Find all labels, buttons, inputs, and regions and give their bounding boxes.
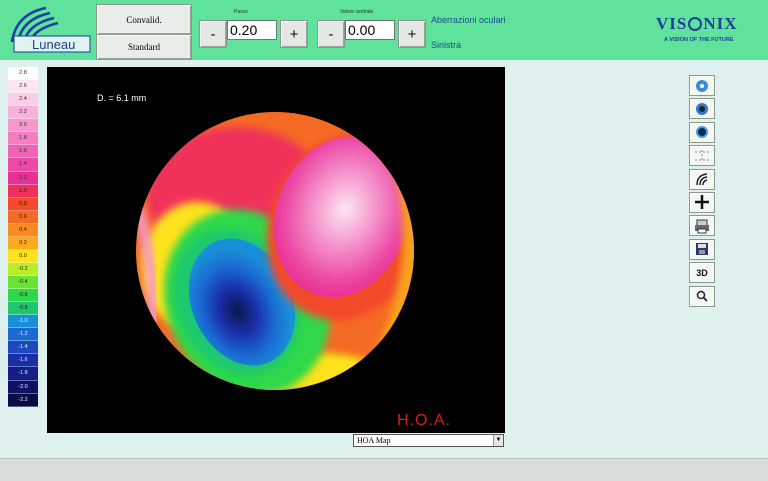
central-value-decrease-button[interactable]: - — [317, 20, 345, 48]
print-icon[interactable] — [689, 215, 715, 237]
scale-step: 2.2 — [8, 106, 38, 120]
scale-step: 1.2 — [8, 171, 38, 185]
scale-step: 1.8 — [8, 132, 38, 146]
scale-step: -0.8 — [8, 302, 38, 316]
scale-step: 0.4 — [8, 223, 38, 237]
scale-step: -2.2 — [8, 393, 38, 407]
save-icon[interactable] — [689, 238, 715, 260]
brand-tagline: A VISION OF THE FUTURE — [664, 37, 734, 43]
step-increase-button[interactable]: + — [280, 20, 308, 48]
central-value-input[interactable] — [345, 20, 395, 40]
wavefront-icon[interactable] — [689, 168, 715, 190]
grid-icon[interactable] — [689, 145, 715, 167]
wavefront-disc — [136, 112, 414, 390]
scale-step: -1.2 — [8, 328, 38, 342]
chevron-down-icon[interactable]: ▼ — [493, 435, 503, 446]
scale-step: 1.0 — [8, 184, 38, 198]
scale-step: -0.4 — [8, 276, 38, 290]
scale-step: 1.6 — [8, 145, 38, 159]
scale-step: 0.8 — [8, 197, 38, 211]
hoa-map-plot — [136, 112, 414, 390]
scale-step: -1.8 — [8, 367, 38, 381]
logo-text: Luneau — [32, 37, 76, 52]
map-type-label: H.O.A. — [397, 412, 452, 429]
standard-button[interactable]: Standard — [96, 34, 192, 60]
scale-step: -0.2 — [8, 262, 38, 276]
central-value-increase-button[interactable]: + — [398, 20, 426, 48]
scale-step: 2.4 — [8, 93, 38, 107]
hoa-map-view: D. = 6.1 mm H.O.A. — [47, 67, 505, 433]
step-label: Passo — [234, 9, 248, 15]
step-input[interactable] — [227, 20, 277, 40]
scale-step: -2.0 — [8, 380, 38, 394]
exam-title: Aberrazioni oculari — [431, 15, 506, 25]
step-decrease-button[interactable]: - — [199, 20, 227, 48]
color-scale-legend: 2.8 2.6 2.4 2.2 2.0 1.8 1.6 1.4 1.2 1.0 0.8 0.6 0.4 0… — [8, 67, 38, 433]
convalid-button[interactable]: Convalid. — [96, 4, 192, 35]
pupil-diameter-label: D. = 6.1 mm — [97, 93, 147, 103]
tool-palette: 3D — [689, 75, 715, 309]
eye-medium-icon[interactable] — [689, 98, 715, 120]
brand-left: VIS — [656, 14, 688, 33]
visionix-logo: VIS NIX — [656, 14, 738, 34]
map-type-select-value: HOA Map — [357, 436, 391, 445]
scale-step: -1.4 — [8, 341, 38, 355]
scale-step: 2.0 — [8, 119, 38, 133]
scale-step: 2.8 — [8, 67, 38, 81]
eye-large-icon[interactable] — [689, 121, 715, 143]
scale-step: 2.6 — [8, 80, 38, 94]
scale-step: 1.4 — [8, 158, 38, 172]
status-bar — [0, 458, 768, 481]
scale-step: 0.0 — [8, 249, 38, 263]
scale-step: -0.6 — [8, 289, 38, 303]
crosshair-icon[interactable] — [689, 191, 715, 213]
brand-o-icon — [688, 17, 703, 32]
scale-step: -1.6 — [8, 354, 38, 368]
scale-step: 0.6 — [8, 210, 38, 224]
view-3d-icon[interactable]: 3D — [689, 262, 715, 284]
scale-step: -1.0 — [8, 315, 38, 329]
map-type-select[interactable]: HOA Map ▼ — [353, 434, 504, 447]
zoom-icon[interactable] — [689, 285, 715, 307]
scale-step: 0.2 — [8, 236, 38, 250]
brand-right: NIX — [703, 14, 738, 33]
top-toolbar: Luneau Convalid. Standard Passo - + Valo… — [0, 0, 768, 60]
eye-side-label: Sinistra — [431, 40, 462, 50]
central-value-label: Valore centrale — [340, 9, 374, 15]
eye-small-icon[interactable] — [689, 75, 715, 96]
luneau-logo: Luneau — [6, 2, 92, 56]
